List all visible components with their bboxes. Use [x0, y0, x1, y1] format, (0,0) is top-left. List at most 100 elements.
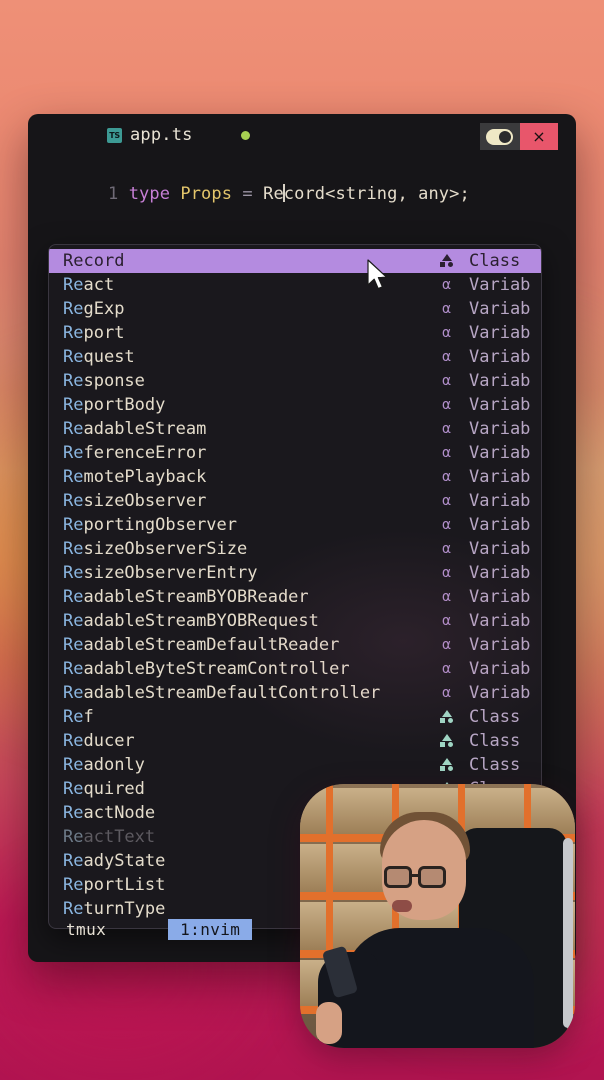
- class-kind-icon: [438, 705, 455, 729]
- completion-item-match: Re: [63, 323, 84, 343]
- variable-kind-icon: α: [441, 349, 452, 365]
- completion-item-match: Re: [63, 707, 84, 727]
- modified-dot-icon: [240, 130, 250, 140]
- completion-item-kind: α Variab: [438, 513, 541, 537]
- completion-item[interactable]: ReportBody α Variab: [49, 393, 541, 417]
- variable-kind-icon: α: [441, 517, 452, 533]
- completion-item[interactable]: RemotePlayback α Variab: [49, 465, 541, 489]
- completion-item[interactable]: ResizeObserver α Variab: [49, 489, 541, 513]
- completion-item-match: Re: [63, 587, 84, 607]
- close-button[interactable]: ×: [520, 123, 558, 150]
- variable-kind-icon: α: [441, 589, 452, 605]
- editor-tab[interactable]: TS app.ts: [107, 122, 250, 148]
- completion-item-rest: motePlayback: [83, 467, 207, 487]
- completion-item[interactable]: Record Class: [49, 249, 541, 273]
- completion-item-rest: quest: [83, 347, 135, 367]
- completion-item-match: Re: [63, 515, 84, 535]
- completion-item-rest: actText: [83, 827, 156, 847]
- class-kind-icon: [438, 729, 455, 753]
- completion-item-match: Re: [63, 371, 84, 391]
- completion-item-kind-label: Variab: [469, 323, 531, 343]
- token-equals: =: [242, 184, 253, 204]
- completion-item-kind-label: Variab: [469, 419, 531, 439]
- completion-item-rest: f: [83, 707, 94, 727]
- completion-item[interactable]: RegExp α Variab: [49, 297, 541, 321]
- completion-item[interactable]: ReportingObserver α Variab: [49, 513, 541, 537]
- variable-kind-icon: α: [441, 685, 452, 701]
- completion-item-kind-label: Variab: [469, 371, 531, 391]
- token-value-after-caret: cord<string, any>;: [283, 184, 470, 204]
- glasses-bridge: [412, 874, 418, 877]
- completion-item-kind-label: Variab: [469, 635, 531, 655]
- completion-item-kind: α Variab: [438, 585, 541, 609]
- completion-item-rest: portingObserver: [83, 515, 238, 535]
- window-controls: ×: [480, 123, 558, 150]
- completion-item-label: ResizeObserver: [63, 489, 206, 513]
- completion-item-kind-label: Class: [469, 755, 521, 775]
- status-window-tab-nvim[interactable]: 1:nvim: [168, 918, 253, 940]
- completion-item-match: Re: [63, 827, 84, 847]
- completion-item-kind-label: Variab: [469, 563, 531, 583]
- completion-item-label: ReadableStreamDefaultController: [63, 681, 380, 705]
- completion-item[interactable]: Reducer Class: [49, 729, 541, 753]
- person-hand: [316, 1002, 342, 1044]
- completion-item-match: Re: [63, 539, 84, 559]
- completion-item-match: Re: [63, 275, 84, 295]
- completion-item[interactable]: Readonly Class: [49, 753, 541, 777]
- person-mouth: [392, 900, 412, 912]
- completion-item[interactable]: ReadableStreamDefaultController α Variab: [49, 681, 541, 705]
- completion-item[interactable]: Request α Variab: [49, 345, 541, 369]
- completion-item-label: ReadableStreamBYOBReader: [63, 585, 309, 609]
- completion-item-rest: cord: [83, 251, 125, 271]
- completion-item-match: Re: [63, 419, 84, 439]
- toggle-knob-icon: [499, 130, 511, 143]
- editor-area[interactable]: 1 type Props = Record<string, any>; Reco…: [28, 158, 576, 929]
- webcam-overlay[interactable]: [300, 784, 575, 1048]
- completion-item-rest: adableStreamBYOBReader: [83, 587, 309, 607]
- completion-item[interactable]: ResizeObserverSize α Variab: [49, 537, 541, 561]
- completion-item-match: Re: [63, 299, 84, 319]
- completion-item-kind-label: Variab: [469, 467, 531, 487]
- completion-item-kind: Class: [438, 705, 541, 729]
- completion-item[interactable]: ReadableByteStreamController α Variab: [49, 657, 541, 681]
- completion-item-kind: α Variab: [438, 297, 541, 321]
- completion-item-rest: sponse: [83, 371, 145, 391]
- completion-item[interactable]: Response α Variab: [49, 369, 541, 393]
- typescript-file-icon: TS: [107, 127, 122, 143]
- completion-item-label: ReferenceError: [63, 441, 206, 465]
- completion-item[interactable]: ReadableStream α Variab: [49, 417, 541, 441]
- completion-item-label: React: [63, 273, 114, 297]
- token-keyword-type: type: [128, 184, 171, 204]
- completion-item-match: Re: [63, 347, 84, 367]
- completion-item[interactable]: Ref Class: [49, 705, 541, 729]
- completion-item-match: Re: [63, 491, 84, 511]
- completion-item-label: RegExp: [63, 297, 124, 321]
- completion-item-match: Re: [63, 395, 84, 415]
- completion-item-kind: α Variab: [438, 393, 541, 417]
- variable-kind-icon: α: [441, 277, 452, 293]
- completion-item-label: ReadableByteStreamController: [63, 657, 350, 681]
- completion-item[interactable]: ResizeObserverEntry α Variab: [49, 561, 541, 585]
- line-number: 1: [108, 184, 119, 204]
- completion-item[interactable]: ReadableStreamDefaultReader α Variab: [49, 633, 541, 657]
- class-kind-icon: [438, 249, 455, 273]
- completion-item-rest: adableStreamBYOBRequest: [83, 611, 319, 631]
- completion-item[interactable]: ReadableStreamBYOBRequest α Variab: [49, 609, 541, 633]
- completion-item[interactable]: React α Variab: [49, 273, 541, 297]
- completion-item[interactable]: ReferenceError α Variab: [49, 441, 541, 465]
- toggle-switch-button[interactable]: [480, 123, 520, 150]
- completion-item-kind: α Variab: [438, 321, 541, 345]
- completion-item-match: Re: [63, 731, 84, 751]
- completion-item-label: Reducer: [63, 729, 135, 753]
- completion-item-kind: α Variab: [438, 657, 541, 681]
- completion-item-label: ReportBody: [63, 393, 165, 417]
- completion-item-match: Re: [63, 659, 84, 679]
- status-tmux-label: tmux: [66, 919, 107, 939]
- completion-item-kind-label: Variab: [469, 491, 531, 511]
- completion-item-kind: α Variab: [438, 417, 541, 441]
- completion-item-match: Re: [63, 443, 84, 463]
- variable-kind-icon: α: [441, 325, 452, 341]
- completion-item[interactable]: ReadableStreamBYOBReader α Variab: [49, 585, 541, 609]
- token-type-name: Props: [180, 184, 233, 204]
- completion-item[interactable]: Report α Variab: [49, 321, 541, 345]
